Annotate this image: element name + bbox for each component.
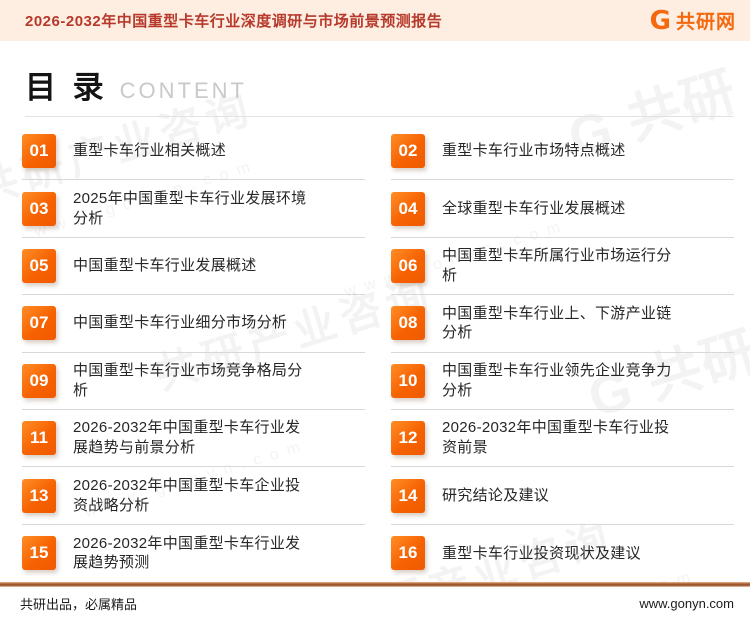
toc-item-title: 中国重型卡车行业发展概述 — [73, 257, 257, 275]
toc-item-title: 中国重型卡车行业领先企业竞争力 分析 — [442, 361, 672, 399]
toc-item-title: 2026-2032年中国重型卡车行业发 展趋势预测 — [73, 534, 301, 572]
heading-divider — [25, 116, 734, 117]
footer-slogan: 共研出品，必属精品 — [20, 597, 138, 612]
toc-item-number-badge: 09 — [22, 363, 56, 398]
toc-subtitle: CONTENT — [119, 78, 247, 103]
toc-item-05: 05 中国重型卡车行业发展概述 — [22, 238, 365, 296]
toc-item-title: 重型卡车行业投资现状及建议 — [442, 544, 641, 562]
toc-title: 目 录 — [25, 70, 108, 105]
toc-item-08: 08 中国重型卡车行业上、下游产业链 分析 — [391, 295, 734, 353]
toc-item-title: 研究结论及建议 — [442, 486, 550, 504]
toc-item-number-badge: 12 — [391, 421, 425, 456]
toc-item-number-badge: 07 — [22, 306, 56, 341]
toc-item-number-badge: 15 — [22, 536, 56, 571]
toc-item-14: 14 研究结论及建议 — [391, 467, 734, 525]
brand-logo[interactable]: G 共研网 — [650, 7, 736, 34]
footer-website-link[interactable]: www.gonyn.com — [639, 596, 734, 611]
toc-item-number-badge: 13 — [22, 478, 56, 513]
toc-item-title: 中国重型卡车行业细分市场分析 — [73, 314, 288, 332]
page-header: 2026-2032年中国重型卡车行业深度调研与市场前景预测报告 G 共研网 — [0, 0, 750, 41]
toc-item-number-badge: 01 — [22, 134, 56, 169]
toc-item-title: 2026-2032年中国重型卡车行业发 展趋势与前景分析 — [73, 419, 301, 457]
toc-item-09: 09 中国重型卡车行业市场竞争格局分 析 — [22, 353, 365, 410]
toc-item-title: 2026-2032年中国重型卡车企业投 资战略分析 — [73, 476, 301, 514]
toc-item-title: 中国重型卡车所属行业市场运行分 析 — [442, 247, 672, 284]
toc-item-title: 全球重型卡车行业发展概述 — [442, 199, 626, 217]
toc-item-13: 13 2026-2032年中国重型卡车企业投 资战略分析 — [22, 467, 365, 525]
toc-item-04: 04 全球重型卡车行业发展概述 — [391, 180, 734, 238]
toc-item-number-badge: 08 — [391, 306, 425, 341]
toc-item-number-badge: 10 — [391, 363, 425, 398]
report-title: 2026-2032年中国重型卡车行业深度调研与市场前景预测报告 — [25, 13, 443, 30]
toc-item-11: 11 2026-2032年中国重型卡车行业发 展趋势与前景分析 — [22, 410, 365, 468]
toc-item-number-badge: 11 — [22, 421, 56, 456]
toc-header: 目 录 CONTENT — [25, 62, 725, 107]
toc-item-number-badge: 03 — [22, 191, 56, 226]
toc-item-10: 10 中国重型卡车行业领先企业竞争力 分析 — [391, 353, 734, 410]
toc-item-number-badge: 04 — [391, 191, 425, 226]
toc-item-title: 2026-2032年中国重型卡车行业投 资前景 — [442, 419, 670, 457]
toc-item-16: 16 重型卡车行业投资现状及建议 — [391, 525, 734, 582]
toc-item-title: 2025年中国重型卡车行业发展环境 分析 — [73, 189, 307, 227]
toc-item-03: 03 2025年中国重型卡车行业发展环境 分析 — [22, 180, 365, 238]
toc-item-title: 重型卡车行业市场特点概述 — [442, 142, 626, 160]
toc-item-15: 15 2026-2032年中国重型卡车行业发 展趋势预测 — [22, 525, 365, 582]
toc-item-number-badge: 06 — [391, 248, 425, 283]
toc-item-number-badge: 05 — [22, 248, 56, 283]
toc-grid: 01 重型卡车行业相关概述 02 重型卡车行业市场特点概述 03 2025年中国… — [22, 123, 734, 582]
toc-item-title: 重型卡车行业相关概述 — [73, 142, 227, 160]
report-toc-page: 共研产业咨询 共研产业咨询 共研产业咨询 G 共研 G 共研 www.gonyn… — [0, 0, 750, 622]
toc-item-06: 06 中国重型卡车所属行业市场运行分 析 — [391, 238, 734, 296]
toc-item-title: 中国重型卡车行业上、下游产业链 分析 — [442, 304, 672, 342]
toc-item-number-badge: 14 — [391, 478, 425, 513]
page-footer: 共研出品，必属精品 www.gonyn.com — [0, 582, 750, 622]
toc-item-title: 中国重型卡车行业市场竞争格局分 析 — [73, 361, 303, 399]
toc-item-number-badge: 02 — [391, 134, 425, 169]
toc-item-01: 01 重型卡车行业相关概述 — [22, 123, 365, 181]
toc-item-07: 07 中国重型卡车行业细分市场分析 — [22, 295, 365, 353]
brand-logo-text: 共研网 — [675, 12, 736, 33]
brand-g-icon: G — [649, 5, 671, 36]
toc-item-02: 02 重型卡车行业市场特点概述 — [391, 123, 734, 181]
toc-item-number-badge: 16 — [391, 536, 425, 571]
toc-item-12: 12 2026-2032年中国重型卡车行业投 资前景 — [391, 410, 734, 468]
